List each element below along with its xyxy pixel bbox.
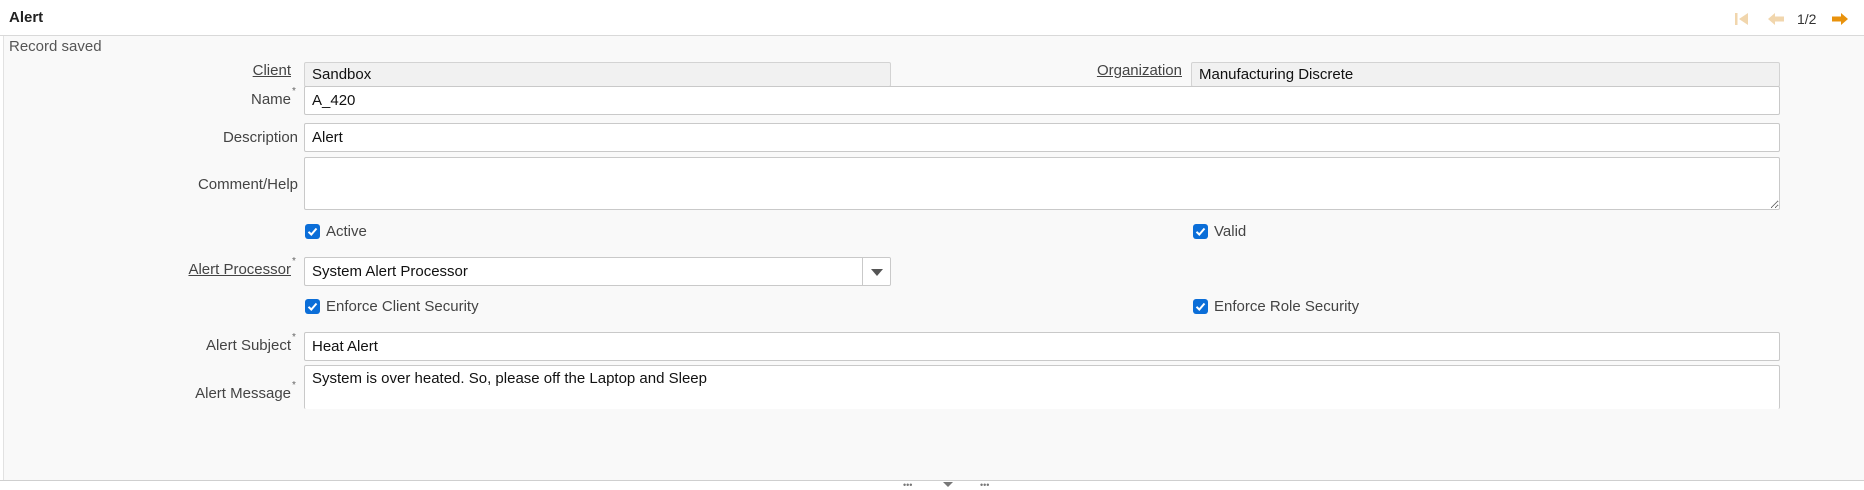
- active-checkbox[interactable]: Active: [305, 223, 367, 240]
- window-title: Alert: [9, 9, 44, 26]
- name-label: Name: [250, 91, 291, 108]
- alert-message-label: Alert Message: [195, 385, 291, 402]
- checkmark-icon: [1193, 299, 1208, 314]
- checkmark-icon: [305, 299, 320, 314]
- client-label[interactable]: Client: [104, 62, 291, 79]
- alert-processor-value: System Alert Processor: [312, 263, 468, 280]
- form-panel: Record saved Client Sandbox Organization…: [3, 36, 1864, 480]
- client-field: Sandbox: [304, 62, 891, 87]
- name-input[interactable]: A_420: [304, 86, 1780, 115]
- organization-label[interactable]: Organization: [984, 62, 1182, 79]
- arrow-right-icon: [1832, 13, 1848, 25]
- comment-help-textarea[interactable]: [304, 157, 1780, 210]
- nav-next-button[interactable]: [1830, 10, 1850, 28]
- record-counter: 1/2: [1797, 11, 1817, 27]
- checkmark-icon: [305, 224, 320, 239]
- alert-message-textarea[interactable]: System is over heated. So, please off th…: [304, 365, 1780, 409]
- enforce-client-security-label: Enforce Client Security: [326, 298, 479, 315]
- window-header: Alert 1/2: [0, 0, 1864, 36]
- alert-processor-dropdown-button[interactable]: [862, 258, 890, 285]
- valid-checkbox[interactable]: Valid: [1193, 223, 1246, 240]
- nav-first-button[interactable]: [1732, 10, 1752, 28]
- alert-processor-label[interactable]: Alert Processor: [104, 261, 291, 278]
- status-message: Record saved: [9, 38, 102, 55]
- name-required-marker: *: [292, 86, 296, 97]
- bottom-splitter-bar[interactable]: ••• •••: [0, 480, 1864, 490]
- nav-previous-button[interactable]: [1766, 10, 1786, 28]
- chevron-down-icon[interactable]: [943, 482, 953, 488]
- arrow-left-icon: [1768, 13, 1784, 25]
- valid-label: Valid: [1214, 223, 1247, 240]
- active-label: Active: [326, 223, 367, 240]
- chevron-down-icon: [870, 268, 883, 276]
- organization-field: Manufacturing Discrete: [1191, 62, 1780, 87]
- alert-subject-label: Alert Subject: [205, 337, 291, 354]
- description-label: Description: [222, 129, 298, 146]
- enforce-role-security-label: Enforce Role Security: [1214, 298, 1360, 315]
- skip-first-icon: [1735, 13, 1748, 25]
- enforce-role-security-checkbox[interactable]: Enforce Role Security: [1193, 298, 1359, 315]
- description-input[interactable]: Alert: [304, 123, 1780, 152]
- alert-subject-required-marker: *: [292, 332, 296, 343]
- alert-message-required-marker: *: [292, 380, 296, 391]
- enforce-client-security-checkbox[interactable]: Enforce Client Security: [305, 298, 479, 315]
- alert-processor-select[interactable]: System Alert Processor: [304, 257, 891, 286]
- alert-processor-required-marker: *: [292, 256, 296, 267]
- alert-subject-input[interactable]: Heat Alert: [304, 332, 1780, 361]
- checkmark-icon: [1193, 224, 1208, 239]
- comment-help-label: Comment/Help: [197, 176, 298, 193]
